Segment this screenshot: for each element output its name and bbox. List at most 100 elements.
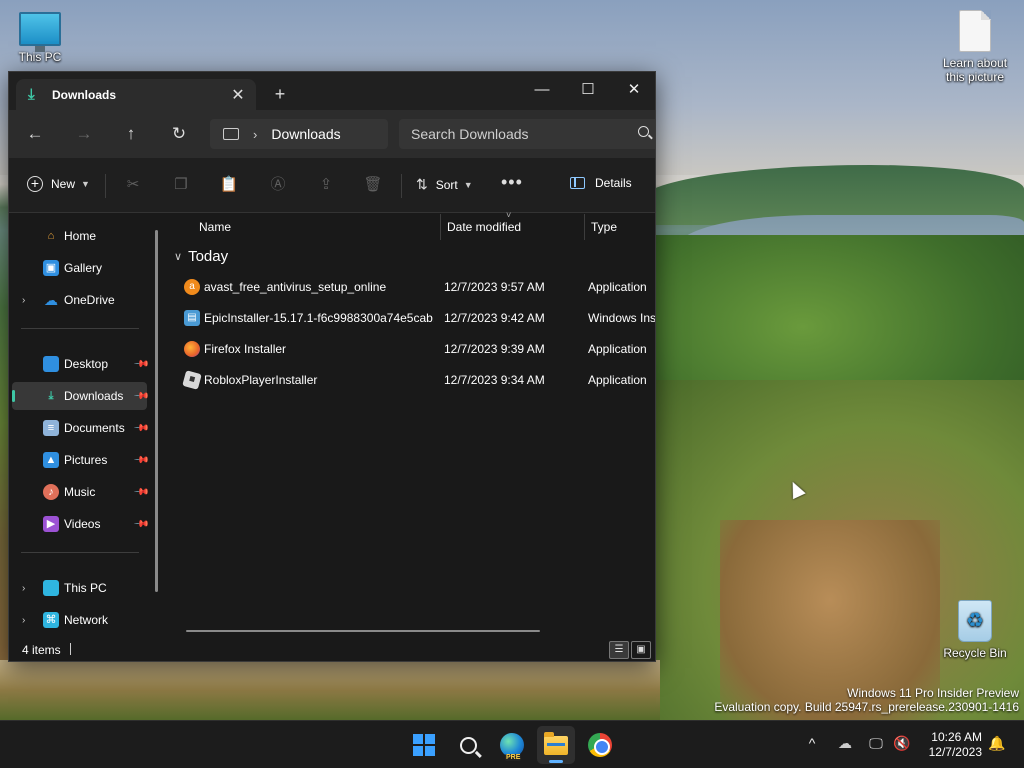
details-view-button[interactable]: ☰: [609, 641, 629, 659]
pin-icon[interactable]: 📌: [132, 420, 149, 437]
toolbar-divider: [105, 174, 106, 198]
sidebar-divider: [21, 328, 139, 329]
search-input[interactable]: [411, 126, 611, 142]
title-bar[interactable]: ⤓ Downloads ✕ + — ☐ ✕: [9, 72, 655, 110]
pin-icon[interactable]: 📌: [132, 452, 149, 469]
onedrive-icon: ☁: [44, 292, 58, 308]
taskbar: PRE ^ ☁ 🖵 🔇 10:26 AM 12/7/2023 🔔: [0, 720, 1024, 768]
rename-icon[interactable]: Ⓐ: [267, 174, 289, 196]
table-row[interactable]: ■ RobloxPlayerInstaller 12/7/2023 9:34 A…: [178, 366, 655, 394]
desktop-icon-label: This PC: [18, 50, 62, 64]
more-options-button[interactable]: •••: [501, 172, 523, 193]
delete-icon[interactable]: 🗑: [362, 174, 384, 196]
search-box[interactable]: [399, 119, 655, 149]
sort-icon: ⇅: [416, 176, 428, 192]
taskbar-file-explorer[interactable]: [537, 726, 575, 764]
copy-icon[interactable]: ❐: [170, 174, 192, 196]
sidebar-item-this-pc[interactable]: › This PC: [12, 574, 147, 602]
sidebar-item-network[interactable]: › ⌘ Network: [12, 606, 147, 634]
document-icon: [959, 10, 991, 52]
recycle-bin-icon: ♻: [958, 600, 992, 642]
navigation-pane: ⌂ Home ▣ Gallery › ☁ OneDrive Desktop 📌 …: [9, 214, 166, 636]
volume-muted-icon[interactable]: 🔇: [892, 735, 912, 752]
file-type: Application: [588, 280, 647, 294]
sort-button[interactable]: ⇅ Sort ▼: [416, 176, 473, 193]
back-button[interactable]: ←: [22, 122, 48, 146]
sidebar-item-downloads[interactable]: ⤓ Downloads 📌: [12, 382, 149, 410]
sidebar-item-videos[interactable]: ▶ Videos 📌: [12, 510, 149, 538]
roblox-icon: ■: [182, 370, 202, 390]
share-icon[interactable]: ⇪: [315, 174, 337, 196]
search-icon[interactable]: [638, 126, 649, 137]
notification-bell-icon[interactable]: 🔔: [987, 735, 1007, 752]
paste-icon[interactable]: 📋: [218, 174, 240, 196]
sidebar-item-documents[interactable]: ≡ Documents 📌: [12, 414, 149, 442]
show-hidden-icons-button[interactable]: ^: [802, 735, 822, 751]
details-pane-button[interactable]: Details: [570, 176, 632, 190]
cut-icon[interactable]: ✂: [122, 174, 144, 196]
sidebar-item-pictures[interactable]: ▲ Pictures 📌: [12, 446, 149, 474]
breadcrumb-downloads[interactable]: Downloads: [271, 126, 340, 142]
table-row[interactable]: ▤ EpicInstaller-15.17.1-f6c9988300a74e5c…: [178, 304, 656, 332]
maximize-button[interactable]: ☐: [565, 76, 611, 104]
tab-close-icon[interactable]: ✕: [228, 85, 248, 105]
close-button[interactable]: ✕: [611, 76, 655, 104]
group-header-today[interactable]: ∨ Today: [174, 248, 228, 265]
pin-icon[interactable]: 📌: [132, 356, 149, 373]
column-divider[interactable]: [584, 214, 585, 240]
pin-icon[interactable]: 📌: [132, 516, 149, 533]
chevron-down-icon: ▼: [463, 179, 473, 190]
minimize-button[interactable]: —: [519, 76, 565, 104]
status-bar: 4 items ☰ ▣: [9, 636, 655, 661]
onedrive-offline-icon[interactable]: ☁: [835, 735, 855, 752]
item-count: 4 items: [22, 643, 61, 657]
pin-icon[interactable]: 📌: [132, 388, 149, 405]
tiles-view-button[interactable]: ▣: [631, 641, 651, 659]
clock-time: 10:26 AM: [931, 730, 982, 744]
chrome-icon: [588, 733, 612, 757]
desktop-icon-learn-about-picture[interactable]: Learn about this picture: [938, 10, 1012, 84]
this-pc-icon: [223, 128, 239, 140]
column-divider[interactable]: [440, 214, 441, 240]
sidebar-item-home[interactable]: ⌂ Home: [12, 222, 147, 250]
file-type: Windows Ins: [588, 311, 656, 325]
desktop-icon-recycle-bin[interactable]: ♻ Recycle Bin: [940, 600, 1010, 660]
chevron-right-icon[interactable]: ›: [22, 295, 25, 306]
table-row[interactable]: Firefox Installer 12/7/2023 9:39 AM Appl…: [178, 335, 655, 363]
taskbar-edge-beta[interactable]: PRE: [493, 726, 531, 764]
desktop-icon-this-pc[interactable]: This PC: [12, 12, 68, 64]
new-button[interactable]: + New ▼: [27, 176, 90, 192]
forward-button[interactable]: →: [71, 122, 97, 146]
tab-downloads[interactable]: ⤓ Downloads ✕: [16, 79, 256, 110]
group-label: Today: [188, 248, 229, 265]
taskbar-search-button[interactable]: [449, 726, 487, 764]
sidebar-scrollbar[interactable]: [155, 230, 158, 592]
sort-label: Sort: [435, 177, 458, 192]
chevron-right-icon[interactable]: ›: [253, 127, 257, 142]
taskbar-chrome[interactable]: [581, 726, 619, 764]
tab-label: Downloads: [52, 87, 117, 102]
column-header-name[interactable]: Name: [199, 214, 231, 240]
refresh-button[interactable]: ↻: [166, 122, 192, 146]
sidebar-item-onedrive[interactable]: › ☁ OneDrive: [12, 286, 147, 314]
address-bar[interactable]: › Downloads: [210, 119, 388, 149]
chevron-right-icon[interactable]: ›: [22, 615, 25, 626]
sidebar-item-music[interactable]: ♪ Music 📌: [12, 478, 149, 506]
new-tab-button[interactable]: +: [269, 84, 291, 105]
start-button[interactable]: [405, 726, 443, 764]
pin-icon[interactable]: 📌: [132, 484, 149, 501]
chevron-right-icon[interactable]: ›: [22, 583, 25, 594]
msi-installer-icon: ▤: [184, 310, 200, 326]
column-header-date-modified[interactable]: Date modified: [447, 214, 521, 240]
file-explorer-window: ⤓ Downloads ✕ + — ☐ ✕ ← → ↑ ↻ › Download…: [8, 71, 656, 662]
up-button[interactable]: ↑: [118, 122, 144, 146]
file-explorer-icon: [544, 731, 568, 755]
sidebar-item-gallery[interactable]: ▣ Gallery: [12, 254, 147, 282]
sidebar-item-desktop[interactable]: Desktop 📌: [12, 350, 149, 378]
horizontal-scrollbar[interactable]: [186, 630, 540, 632]
file-date: 12/7/2023 9:57 AM: [444, 280, 545, 294]
column-header-type[interactable]: Type: [591, 214, 617, 240]
network-icon[interactable]: 🖵: [866, 735, 886, 752]
system-clock[interactable]: 10:26 AM 12/7/2023: [918, 730, 982, 760]
table-row[interactable]: a avast_free_antivirus_setup_online 12/7…: [178, 273, 655, 301]
